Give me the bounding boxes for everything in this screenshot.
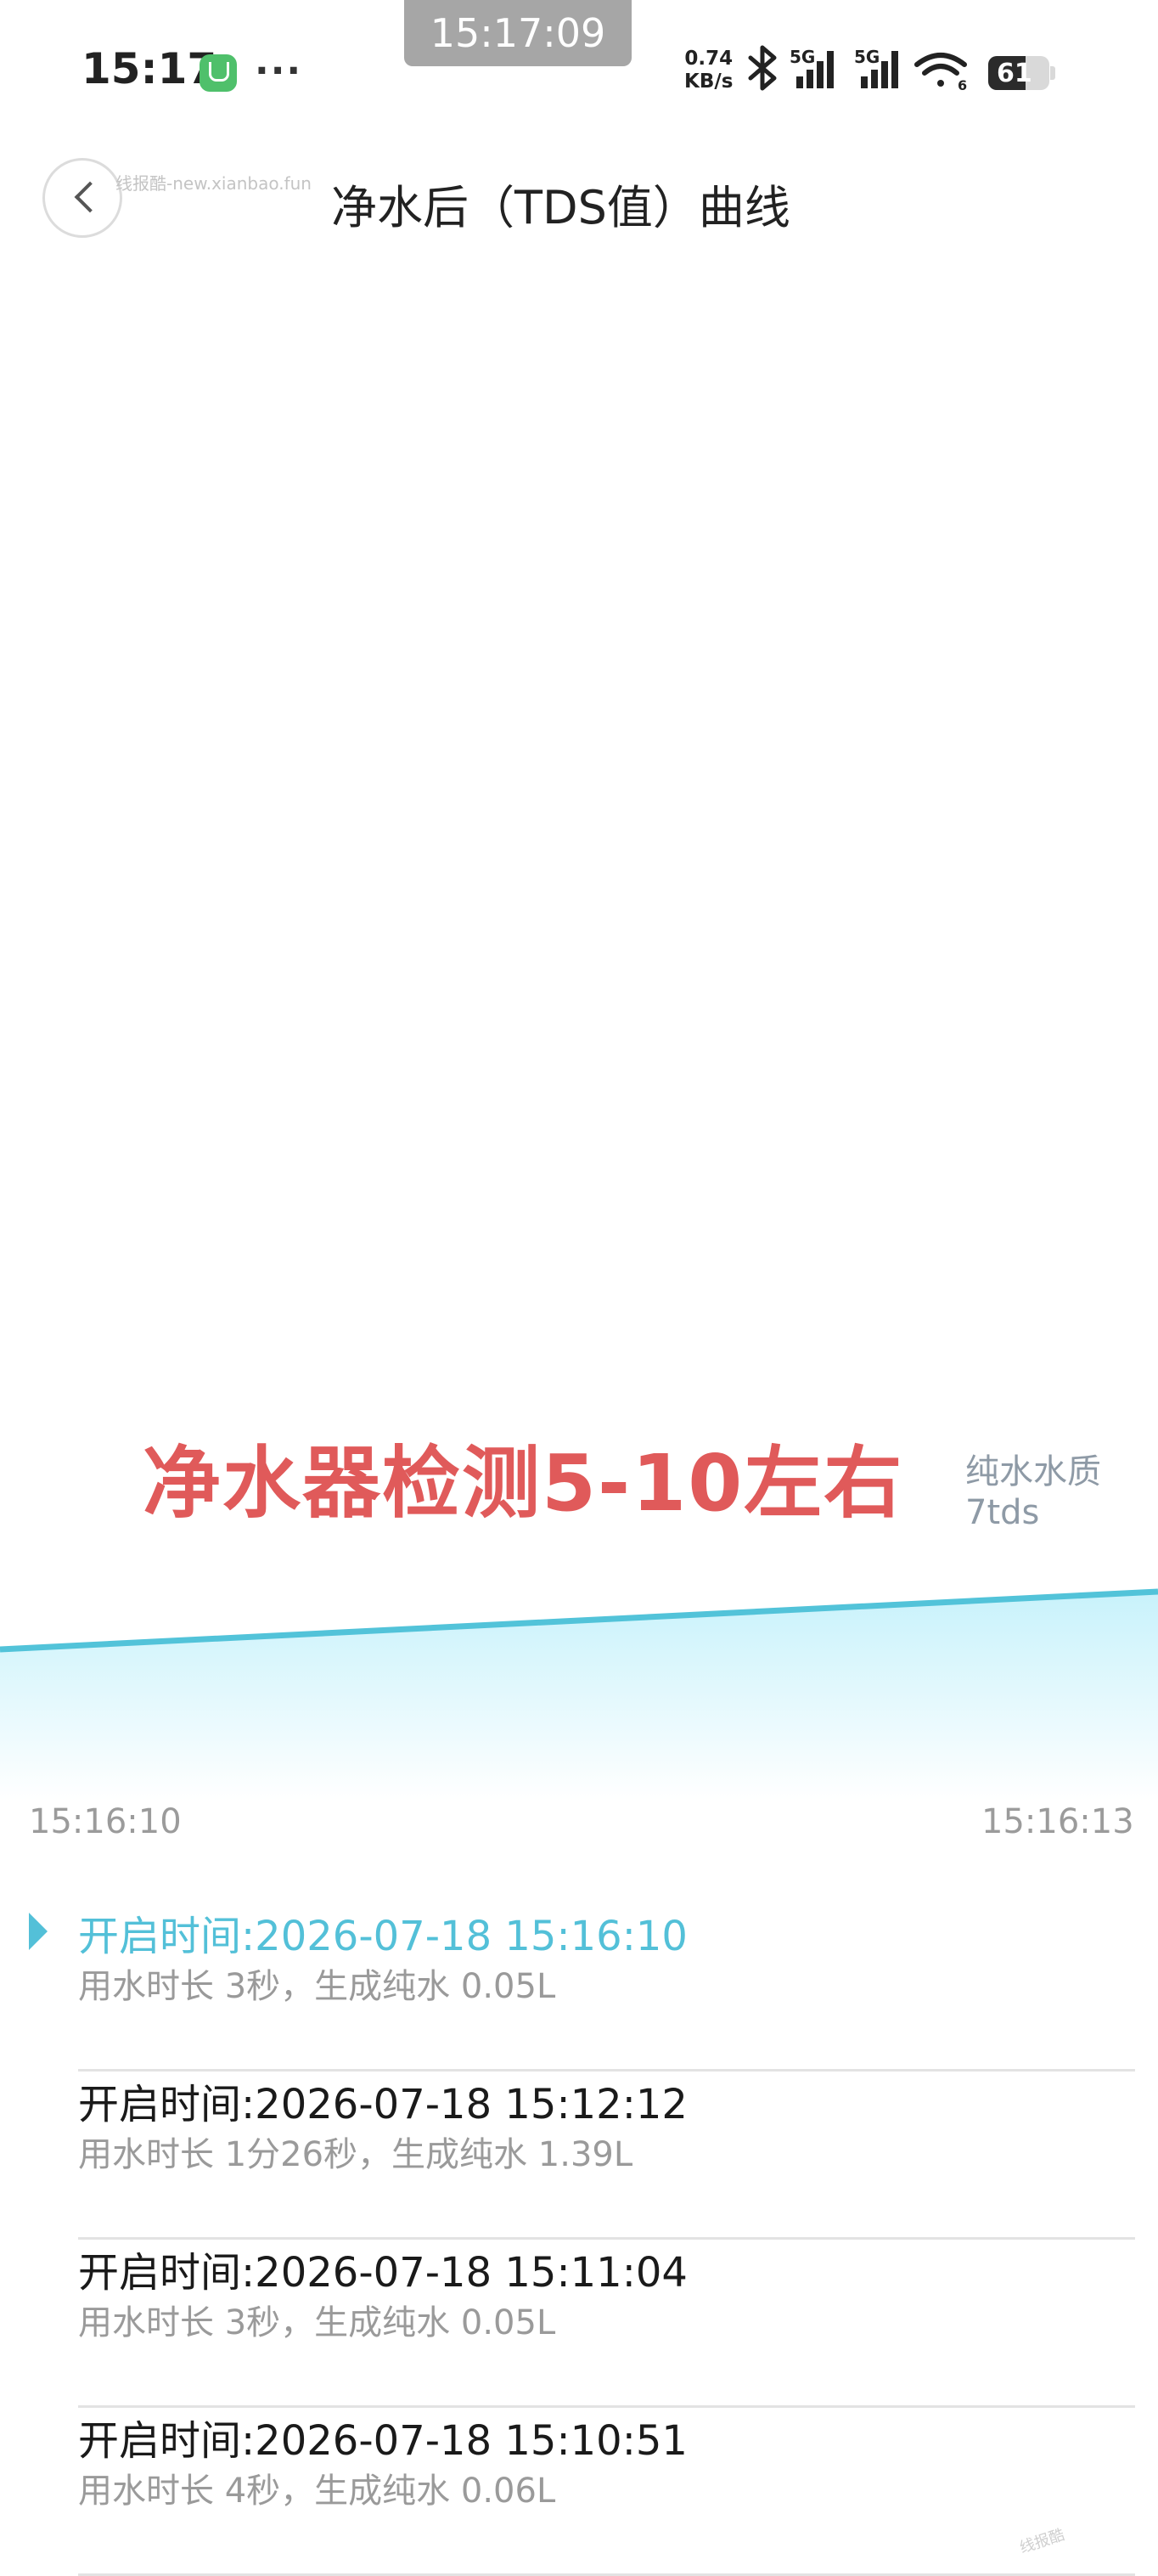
record-start-time: 开启时间:2026-07-18 15:10:51: [78, 2417, 688, 2465]
record-detail: 用水时长 4秒，生成纯水 0.06L: [78, 2472, 556, 2511]
record-start-time: 开启时间:2026-07-18 15:12:12: [78, 2081, 688, 2128]
tds-chart: [0, 1588, 1158, 1801]
record-item[interactable]: 开启时间:2026-07-18 15:16:10 用水时长 3秒，生成纯水 0.…: [29, 1902, 1135, 2072]
battery-percent: 61: [997, 59, 1032, 88]
watermark-text: 线报酷-new.xianbao.fun: [115, 173, 312, 194]
legend-label: 纯水水质: [965, 1452, 1101, 1491]
more-notifications-icon: ···: [255, 49, 303, 93]
bluetooth-icon: [748, 45, 777, 91]
back-button[interactable]: [42, 158, 122, 238]
status-time: 15:17: [82, 44, 217, 93]
network-speed-unit: KB/s: [684, 70, 734, 93]
wifi-badge: 6: [958, 77, 967, 92]
signal-2-label: 5G: [854, 47, 880, 67]
network-speed: 0.74 KB/s: [684, 48, 733, 93]
record-detail: 用水时长 1分26秒，生成纯水 1.39L: [78, 2135, 633, 2174]
page-title: 净水后（TDS值）曲线: [331, 181, 790, 234]
signal-1-label: 5G: [790, 47, 815, 67]
battery-tip: [1050, 66, 1055, 80]
network-speed-value: 0.74: [684, 48, 734, 70]
x-axis-start-label: 15:16:10: [29, 1802, 182, 1841]
chevron-left-icon: [74, 181, 106, 213]
legend-value: 7tds: [965, 1493, 1040, 1532]
x-axis-end-label: 15:16:13: [981, 1802, 1134, 1841]
record-start-time: 开启时间:2026-07-18 15:11:04: [78, 2249, 688, 2297]
floating-clock: 15:17:09: [404, 0, 632, 66]
mi-home-app-icon: [200, 54, 237, 92]
record-item[interactable]: 开启时间:2026-07-18 15:10:51 用水时长 4秒，生成纯水 0.…: [78, 2407, 1135, 2576]
record-item[interactable]: 开启时间:2026-07-18 15:11:04 用水时长 3秒，生成纯水 0.…: [78, 2239, 1135, 2408]
battery-icon: 61: [988, 56, 1049, 90]
record-start-time: 开启时间:2026-07-18 15:16:10: [78, 1913, 688, 1960]
record-detail: 用水时长 3秒，生成纯水 0.05L: [78, 2303, 556, 2342]
selected-marker-icon: [29, 1913, 48, 1950]
record-item[interactable]: 开启时间:2026-07-18 15:12:12 用水时长 1分26秒，生成纯水…: [78, 2071, 1135, 2240]
overlay-annotation: 净水器检测5-10左右: [143, 1438, 904, 1529]
record-detail: 用水时长 3秒，生成纯水 0.05L: [78, 1967, 556, 2006]
